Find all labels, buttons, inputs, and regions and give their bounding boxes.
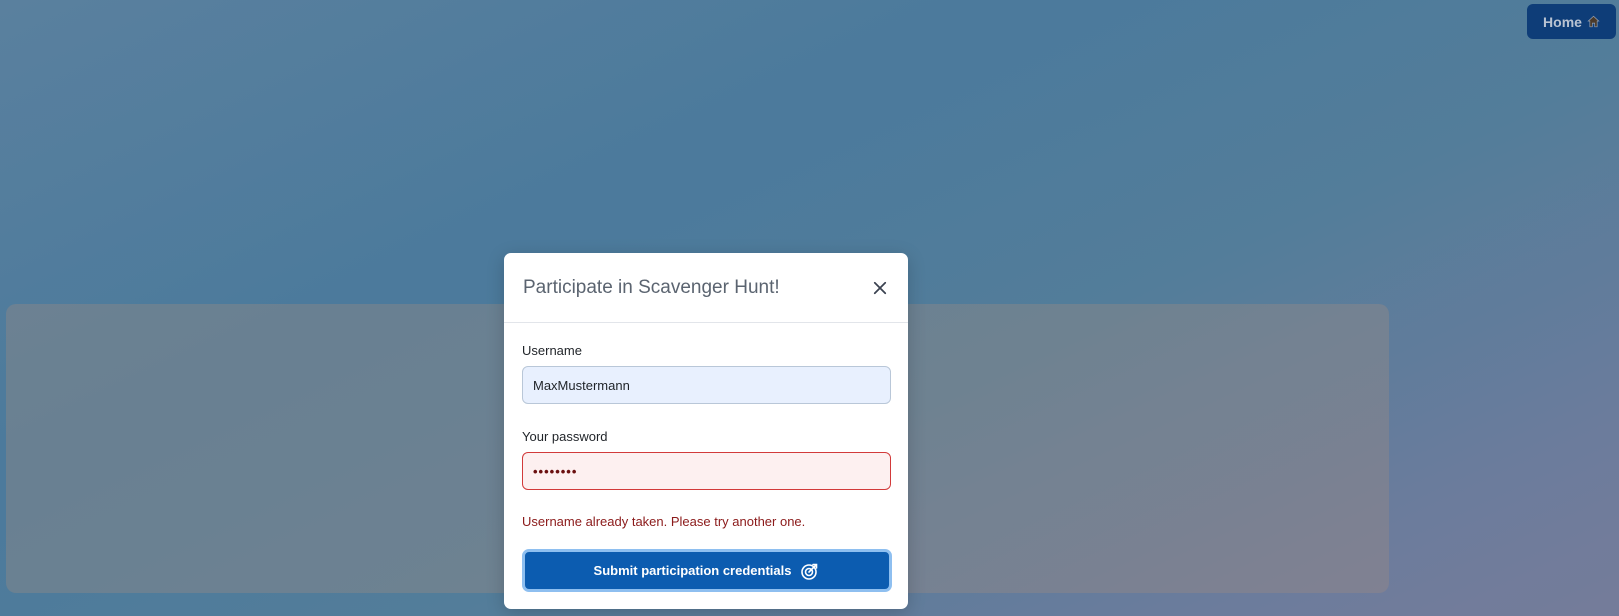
- error-message: Username already taken. Please try anoth…: [522, 514, 806, 529]
- house-icon: [1587, 15, 1600, 28]
- modal-body: Username MaxMustermann Your password •••…: [504, 323, 908, 592]
- modal-header: Participate in Scavenger Hunt!: [504, 253, 908, 323]
- submit-button-label: Submit participation credentials: [593, 563, 792, 578]
- password-label: Your password: [522, 429, 608, 444]
- password-value: ••••••••: [533, 463, 578, 479]
- home-button[interactable]: Home: [1527, 4, 1616, 39]
- modal-title: Participate in Scavenger Hunt!: [523, 276, 780, 298]
- password-field[interactable]: ••••••••: [522, 452, 891, 490]
- username-field[interactable]: MaxMustermann: [522, 366, 891, 404]
- close-icon[interactable]: [870, 278, 890, 298]
- participation-modal: Participate in Scavenger Hunt! Username …: [504, 253, 908, 609]
- target-arrow-icon: [800, 561, 820, 581]
- username-label: Username: [522, 343, 582, 358]
- home-button-label: Home: [1543, 13, 1582, 30]
- submit-button[interactable]: Submit participation credentials: [522, 549, 892, 592]
- username-value: MaxMustermann: [533, 377, 630, 393]
